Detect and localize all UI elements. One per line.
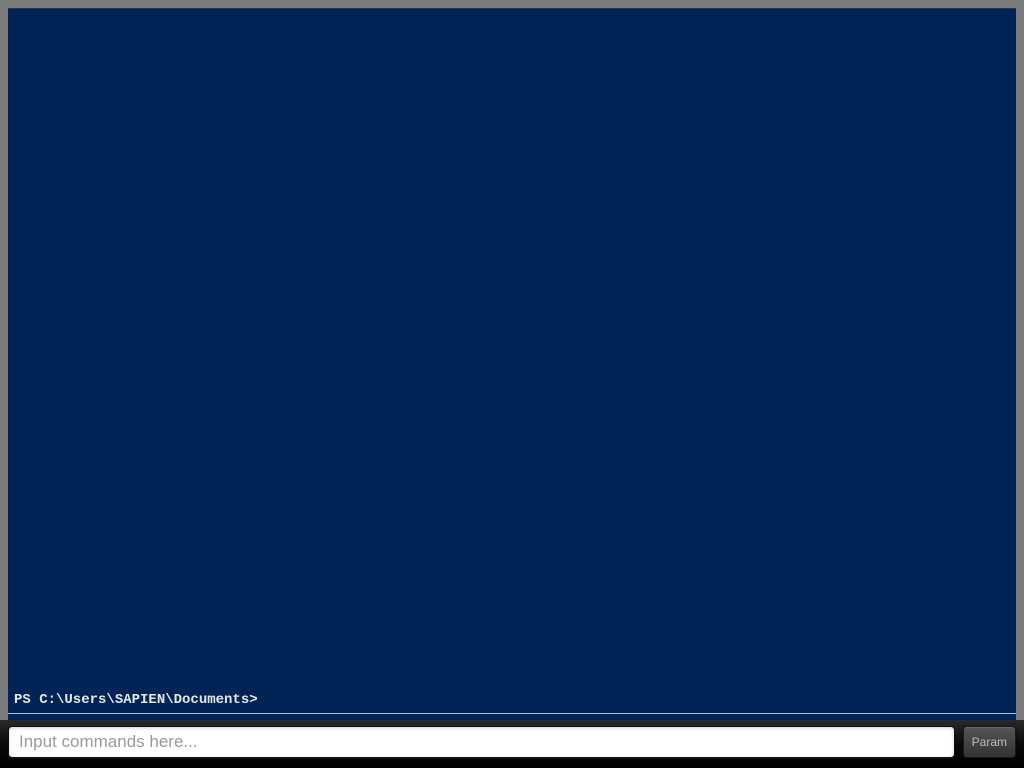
input-bar: Param — [0, 720, 1024, 768]
command-input[interactable] — [8, 726, 955, 758]
console-separator — [8, 713, 1016, 714]
window-frame: PS C:\Users\SAPIEN\Documents> Param — [0, 0, 1024, 768]
console-output[interactable]: PS C:\Users\SAPIEN\Documents> — [8, 8, 1016, 714]
param-button[interactable]: Param — [963, 726, 1016, 758]
console-prompt: PS C:\Users\SAPIEN\Documents> — [14, 692, 258, 708]
